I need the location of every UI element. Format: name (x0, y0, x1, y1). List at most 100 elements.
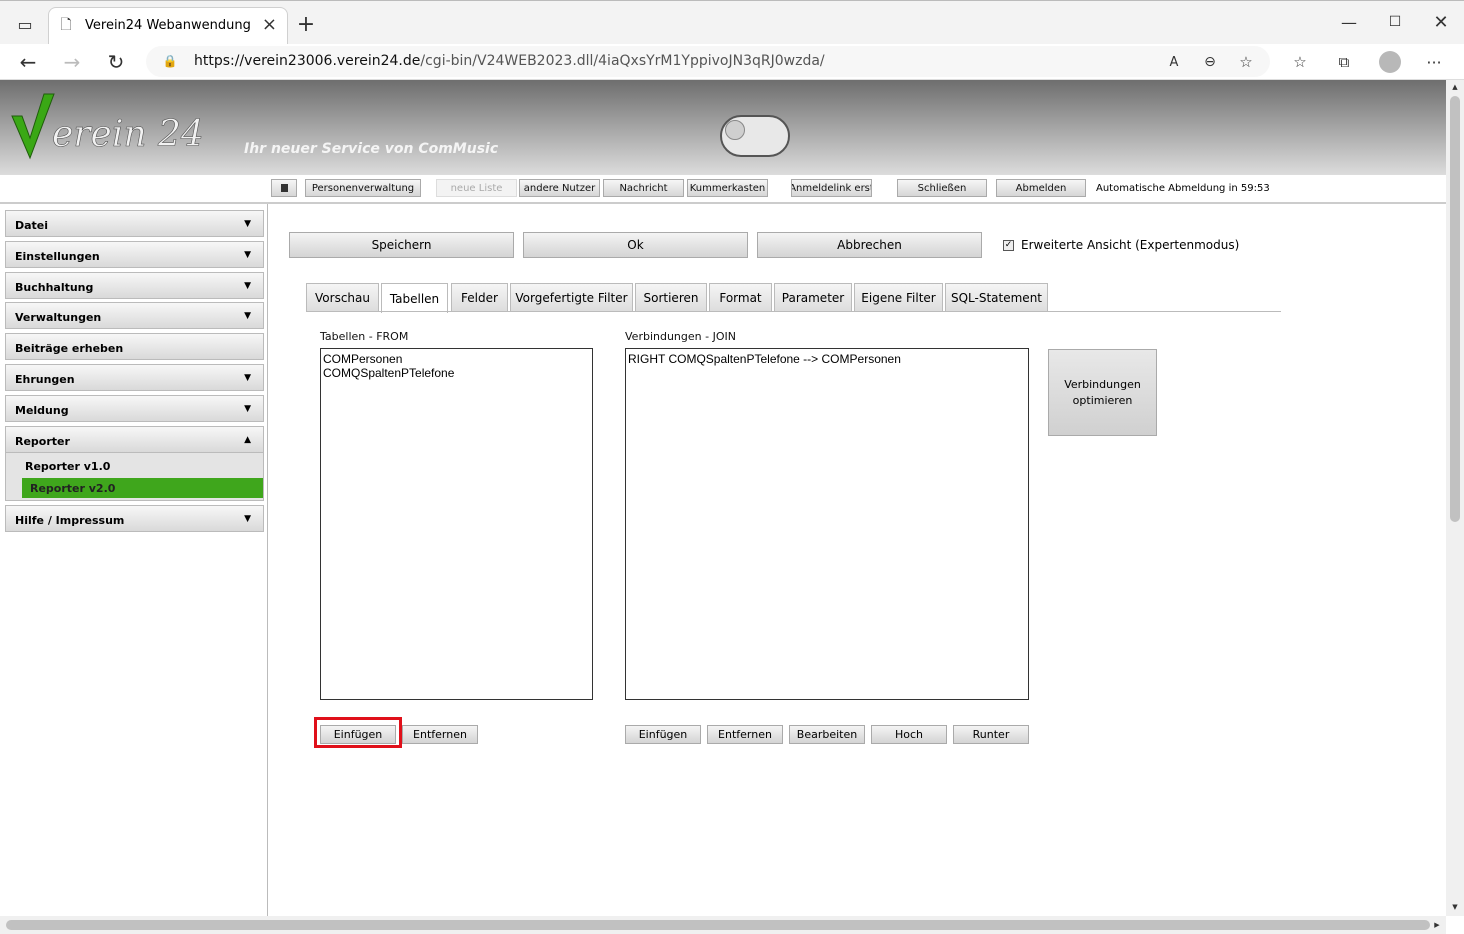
toolbar-square-button[interactable] (271, 179, 297, 197)
caret-down-icon: ▼ (244, 281, 251, 291)
svg-text:erein 24: erein 24 (52, 114, 204, 155)
caret-down-icon: ▼ (244, 514, 251, 524)
tab-divider (306, 311, 1281, 312)
expert-mode-checkbox[interactable]: ✓ Erweiterte Ansicht (Expertenmodus) (1003, 238, 1239, 252)
reload-icon[interactable]: ↻ (104, 50, 128, 74)
favorites-icon[interactable]: ☆ (1288, 50, 1312, 74)
more-menu-icon[interactable]: ··· (1422, 50, 1446, 74)
menu-beitraege-erheben[interactable]: Beiträge erheben (5, 333, 264, 360)
tab-actions-icon[interactable]: ▭ (14, 13, 36, 35)
toolbar-abmelden[interactable]: Abmelden (996, 179, 1086, 197)
vertical-scrollbar[interactable]: ▲ ▼ (1446, 80, 1464, 916)
caret-up-icon: ▲ (244, 435, 251, 445)
profile-avatar-icon[interactable] (1378, 50, 1402, 74)
optimize-joins-button[interactable]: Verbindungen optimieren (1048, 349, 1157, 436)
read-aloud-icon[interactable]: A (1164, 52, 1184, 72)
menu-label: Einstellungen (15, 250, 100, 263)
joins-label: Verbindungen - JOIN (625, 330, 736, 343)
tab-tabellen[interactable]: Tabellen (381, 283, 448, 313)
tables-listbox[interactable]: COMPersonen COMQSpaltenPTelefone (320, 348, 593, 700)
caret-down-icon: ▼ (244, 250, 251, 260)
menu-einstellungen[interactable]: Einstellungen ▼ (5, 241, 264, 268)
toolbar-neue-liste[interactable]: neue Liste (436, 179, 517, 197)
add-favorite-icon[interactable]: ☆ (1236, 52, 1256, 72)
minimize-icon[interactable]: — (1336, 9, 1362, 35)
caret-down-icon: ▼ (244, 373, 251, 383)
menu-label: Beiträge erheben (15, 342, 124, 355)
toolbar-schliessen[interactable]: Schließen (897, 179, 987, 197)
ok-button[interactable]: Ok (523, 232, 748, 258)
joins-listbox[interactable]: RIGHT COMQSpaltenPTelefone --> COMPerson… (625, 348, 1029, 700)
tables-from-label: Tabellen - FROM (320, 330, 409, 343)
toolbar-andere-nutzer[interactable]: andere Nutzer (519, 179, 600, 197)
list-item[interactable]: COMQSpaltenPTelefone (323, 366, 590, 380)
menu-ehrungen[interactable]: Ehrungen ▼ (5, 364, 264, 391)
horizontal-scrollbar[interactable]: ▶ (0, 916, 1446, 934)
tab-eigene-filter[interactable]: Eigene Filter (854, 283, 943, 312)
auto-logout-timer: Automatische Abmeldung in 59:53 (1096, 183, 1270, 194)
zoom-out-icon[interactable]: ⊖ (1200, 52, 1220, 72)
toggle-knob (725, 120, 745, 140)
joins-insert-button[interactable]: Einfügen (625, 725, 701, 744)
expert-mode-label: Erweiterte Ansicht (Expertenmodus) (1021, 238, 1240, 252)
menu-verwaltungen[interactable]: Verwaltungen ▼ (5, 302, 264, 329)
tab-format[interactable]: Format (709, 283, 772, 312)
joins-remove-button[interactable]: Entfernen (707, 725, 783, 744)
cancel-button[interactable]: Abbrechen (757, 232, 982, 258)
menu-buchhaltung[interactable]: Buchhaltung ▼ (5, 272, 264, 299)
address-bar: ← → ↻ 🔒 https://verein23006.verein24.de/… (0, 44, 1464, 80)
save-button[interactable]: Speichern (289, 232, 514, 258)
horizontal-scroll-thumb[interactable] (6, 920, 1430, 930)
tab-vorschau[interactable]: Vorschau (306, 283, 379, 312)
joins-edit-button[interactable]: Bearbeiten (789, 725, 865, 744)
toolbar-kummerkasten[interactable]: Kummerkasten (687, 179, 768, 197)
menu-hilfe-impressum[interactable]: Hilfe / Impressum ▼ (5, 505, 264, 532)
list-item[interactable]: COMPersonen (323, 352, 590, 366)
close-window-icon[interactable]: ✕ (1428, 9, 1454, 35)
menu-datei[interactable]: Datei ▼ (5, 210, 264, 237)
tab-felder[interactable]: Felder (451, 283, 508, 312)
tables-remove-button[interactable]: Entfernen (402, 725, 478, 744)
toolbar-personenverwaltung[interactable]: Personenverwaltung (305, 179, 421, 197)
browser-tab[interactable]: 🗋 Verein24 Webanwendung × (48, 7, 288, 45)
scroll-down-icon[interactable]: ▼ (1449, 902, 1461, 912)
joins-down-button[interactable]: Runter (953, 725, 1029, 744)
menu-reporter[interactable]: Reporter ▲ (5, 426, 264, 453)
scroll-right-icon[interactable]: ▶ (1432, 920, 1442, 930)
forward-icon[interactable]: → (60, 50, 84, 74)
list-item[interactable]: RIGHT COMQSpaltenPTelefone --> COMPerson… (628, 352, 1026, 366)
menu-label: Hilfe / Impressum (15, 514, 125, 527)
tab-vorgefertigte-filter[interactable]: Vorgefertigte Filter (510, 283, 633, 312)
toolbar-nachricht[interactable]: Nachricht (603, 179, 684, 197)
tab-sql-statement[interactable]: SQL-Statement (945, 283, 1048, 312)
caret-down-icon: ▼ (244, 219, 251, 229)
menu-label: Buchhaltung (15, 281, 94, 294)
scroll-up-icon[interactable]: ▲ (1449, 82, 1461, 92)
theme-toggle[interactable] (720, 115, 790, 157)
checkbox-checked-icon[interactable]: ✓ (1003, 239, 1014, 251)
highlight-box (314, 717, 402, 748)
menu-label: Verwaltungen (15, 311, 102, 324)
tab-parameter[interactable]: Parameter (774, 283, 852, 312)
collections-icon[interactable]: ⧉ (1332, 50, 1356, 74)
url-field[interactable]: 🔒 https://verein23006.verein24.de/cgi-bi… (146, 46, 1270, 77)
app-toolbar: Personenverwaltung neue Liste andere Nut… (0, 175, 1446, 204)
joins-up-button[interactable]: Hoch (871, 725, 947, 744)
header-slogan: Ihr neuer Service von ComMusic (244, 141, 499, 157)
url-path: /cgi-bin/V24WEB2023.dll/4iaQxsYrM1Yppivo… (420, 53, 825, 69)
menu-meldung[interactable]: Meldung ▼ (5, 395, 264, 422)
back-icon[interactable]: ← (16, 50, 40, 74)
sidebar-item-reporter-v2[interactable]: Reporter v2.0 (22, 478, 263, 498)
menu-label: Meldung (15, 404, 69, 417)
vertical-scroll-thumb[interactable] (1450, 96, 1460, 522)
browser-tab-bar: ▭ 🗋 Verein24 Webanwendung × + — ☐ ✕ (0, 0, 1464, 45)
caret-down-icon: ▼ (244, 311, 251, 321)
new-tab-icon[interactable]: + (295, 12, 317, 37)
maximize-icon[interactable]: ☐ (1382, 9, 1408, 35)
toolbar-anmeldelink[interactable]: Anmeldelink erst (791, 179, 872, 197)
sidebar-item-reporter-v1[interactable]: Reporter v1.0 (17, 456, 258, 476)
verein24-logo: erein 24 (11, 93, 204, 160)
tab-sortieren[interactable]: Sortieren (635, 283, 707, 312)
close-tab-icon[interactable]: × (262, 14, 277, 35)
lock-icon[interactable]: 🔒 (162, 53, 178, 69)
